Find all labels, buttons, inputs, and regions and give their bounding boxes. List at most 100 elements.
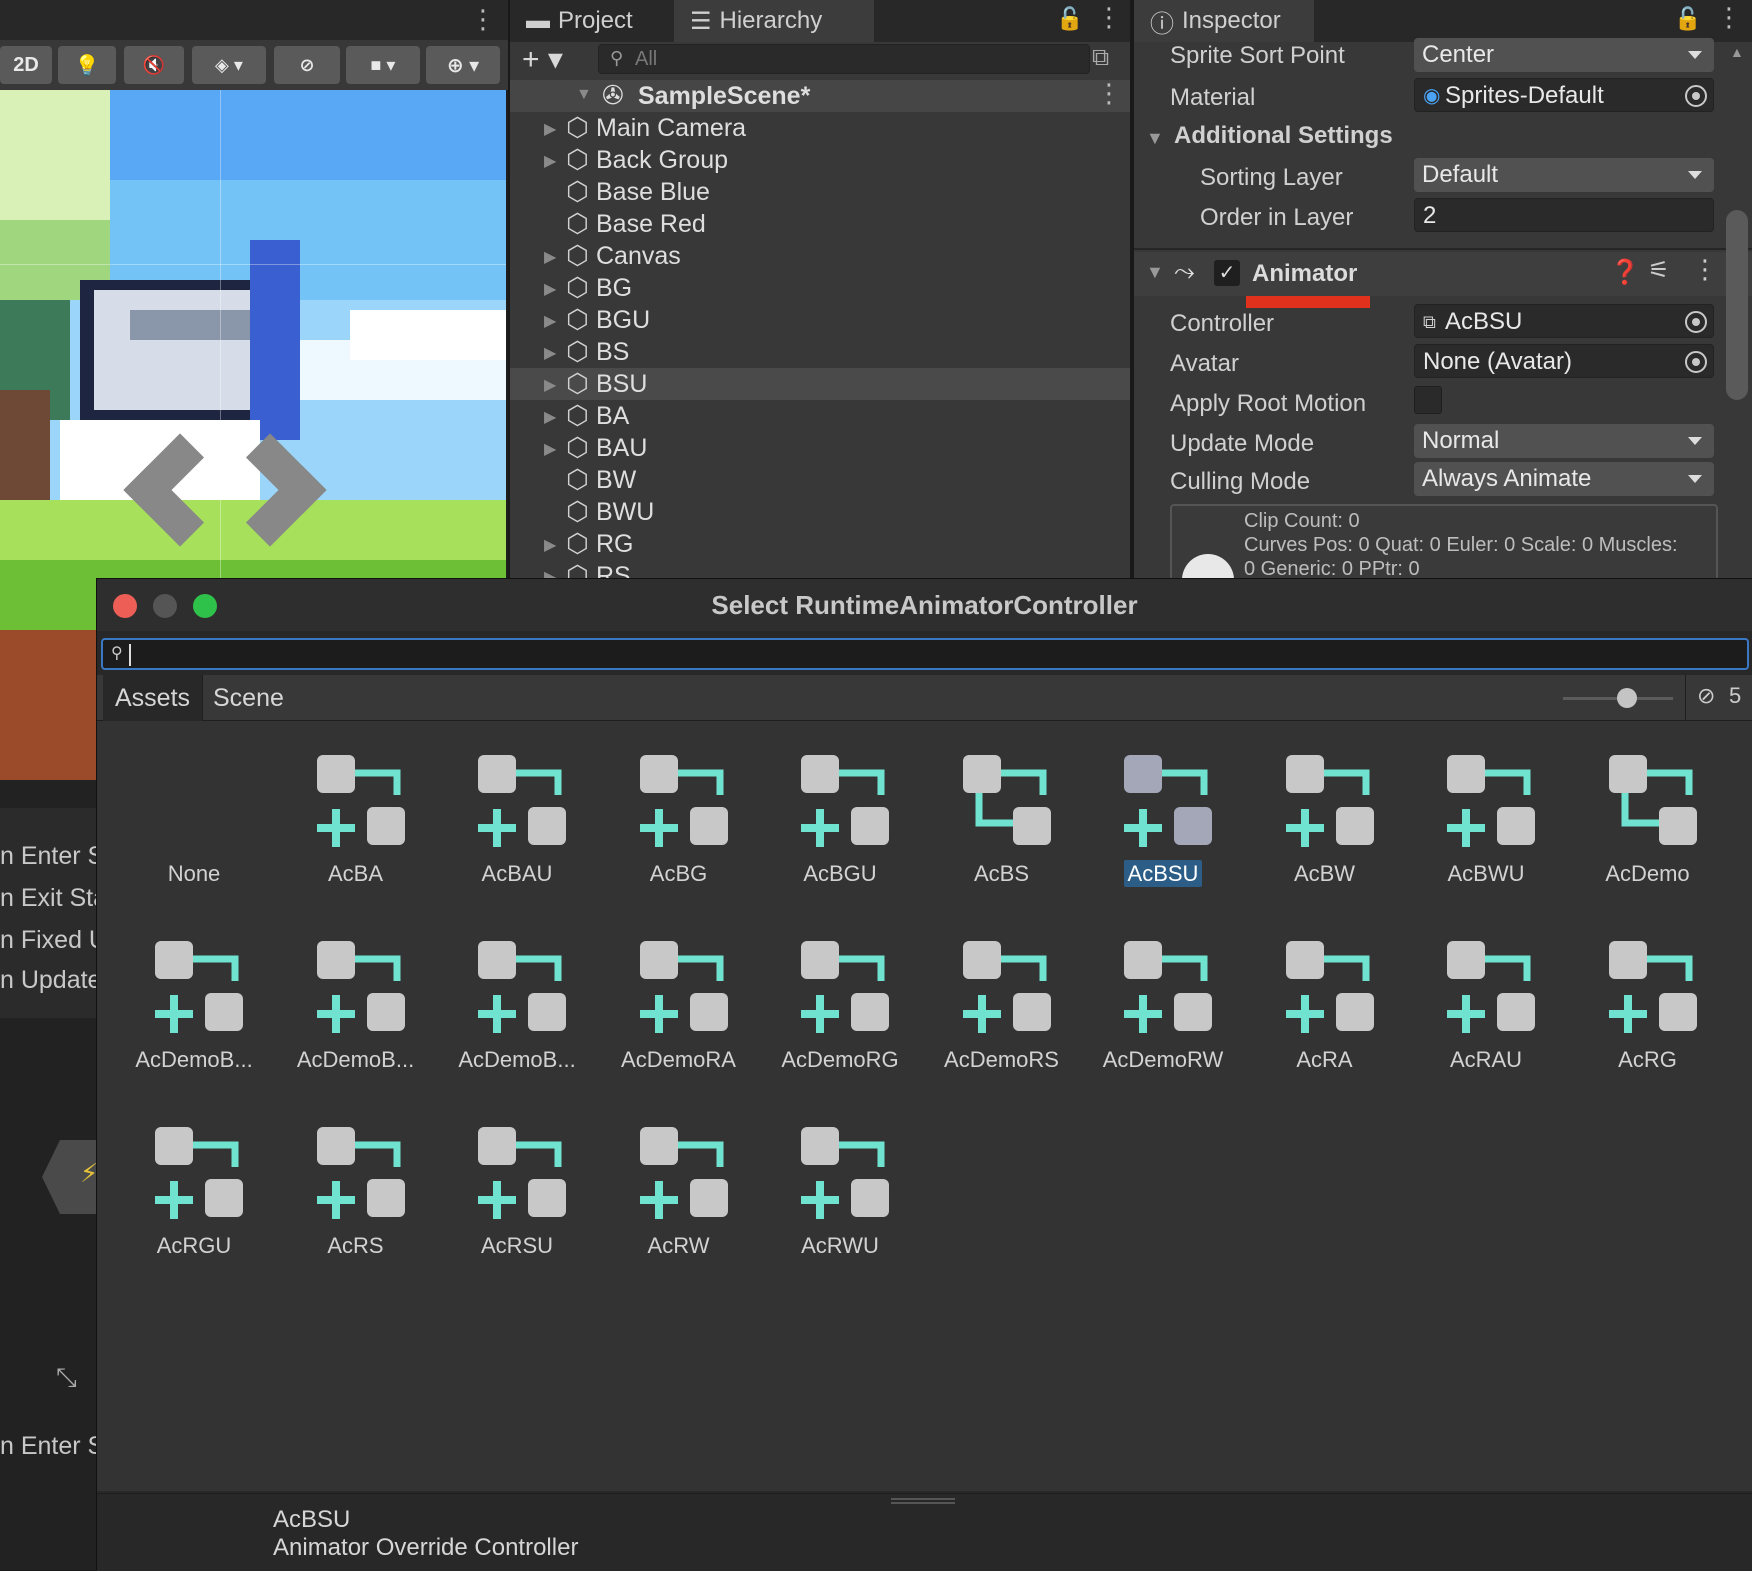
help-icon[interactable]: ❓ (1610, 258, 1640, 287)
expand-arrow-icon[interactable]: ▶ (544, 375, 556, 395)
hierarchy-item[interactable]: ⬡ Base Blue (510, 176, 1130, 208)
asset-item[interactable]: AcRGU (113, 1113, 275, 1293)
more-icon[interactable]: ⋮ (1096, 2, 1122, 33)
sorting-layer-dropdown[interactable]: Default (1414, 158, 1714, 192)
asset-item[interactable]: AcDemoB... (436, 927, 598, 1107)
asset-item[interactable]: AcBWU (1405, 741, 1567, 921)
expand-arrow-icon[interactable]: ▶ (544, 119, 556, 139)
lock-icon[interactable]: 🔓 (1056, 6, 1083, 32)
add-object-button[interactable]: + ▾ (522, 42, 563, 77)
expand-arrow-icon[interactable]: ▶ (544, 247, 556, 267)
hierarchy-item[interactable]: ▶ ⬡ BA (510, 400, 1130, 432)
sprite-sort-point-dropdown[interactable]: Center (1414, 38, 1714, 72)
asset-item[interactable]: AcBA (275, 741, 437, 921)
asset-item[interactable]: AcRS (275, 1113, 437, 1293)
state-label[interactable]: n Update (0, 966, 101, 995)
object-picker-icon[interactable] (1685, 311, 1707, 333)
presets-icon[interactable]: ⚟ (1648, 256, 1670, 285)
culling-mode-dropdown[interactable]: Always Animate (1414, 462, 1714, 496)
asset-item[interactable]: AcBSU (1082, 741, 1244, 921)
gizmos-icon[interactable]: ⊕ ▾ (426, 46, 500, 84)
expand-arrow-icon[interactable]: ▶ (544, 279, 556, 299)
asset-item[interactable]: AcDemoRG (759, 927, 921, 1107)
hierarchy-item[interactable]: ▶ ⬡ Back Group (510, 144, 1130, 176)
object-picker-icon[interactable] (1685, 85, 1707, 107)
resize-handle[interactable] (891, 1498, 955, 1504)
hierarchy-item[interactable]: ⬡ BWU (510, 496, 1130, 528)
inspector-scrollbar[interactable] (1726, 210, 1748, 400)
expand-arrow-icon[interactable]: ▶ (544, 535, 556, 555)
animator-header[interactable]: ▼ ⤳ ✓ Animator ❓ ⚟ ⋮ (1134, 252, 1752, 296)
2d-toggle-button[interactable]: 2D (0, 46, 52, 84)
asset-item[interactable]: AcBAU (436, 741, 598, 921)
apply-root-motion-checkbox[interactable] (1414, 386, 1442, 414)
asset-item[interactable]: AcDemo (1567, 741, 1729, 921)
hierarchy-item[interactable]: ▶ ⬡ BS (510, 336, 1130, 368)
more-icon[interactable]: ⋮ (1716, 2, 1742, 33)
expand-arrow-icon[interactable]: ▶ (544, 407, 556, 427)
asset-item[interactable]: AcRWU (759, 1113, 921, 1293)
expand-arrow-icon[interactable]: ▶ (544, 151, 556, 171)
foldout-arrow-icon[interactable]: ▼ (1146, 128, 1164, 149)
hierarchy-search-input[interactable]: All (598, 44, 1090, 74)
tab-assets[interactable]: Assets (103, 675, 204, 721)
update-mode-dropdown[interactable]: Normal (1414, 424, 1714, 458)
foldout-arrow-icon[interactable]: ▼ (1146, 262, 1164, 283)
tab-scene[interactable]: Scene (201, 675, 296, 721)
asset-item[interactable]: AcRW (598, 1113, 760, 1293)
minimize-window-button[interactable] (153, 594, 177, 618)
state-label[interactable]: n Fixed U (0, 926, 107, 955)
hierarchy-item[interactable]: ⬡ BW (510, 464, 1130, 496)
expand-search-icon[interactable]: ⧉ (1092, 44, 1109, 72)
close-window-button[interactable] (113, 594, 137, 618)
picker-search-input[interactable]: ⚲ (101, 638, 1749, 670)
hierarchy-item[interactable]: ▶ ⬡ BAU (510, 432, 1130, 464)
expand-arrow-icon[interactable]: ▶ (544, 311, 556, 331)
scroll-up-icon[interactable]: ▲ (1730, 44, 1744, 60)
material-field[interactable]: ◉ Sprites-Default (1414, 78, 1714, 112)
hierarchy-item[interactable]: ▶ ⬡ Main Camera (510, 112, 1130, 144)
avatar-field[interactable]: None (Avatar) (1414, 344, 1714, 378)
tab-hierarchy[interactable]: ☰ Hierarchy (674, 0, 874, 42)
audio-mute-icon[interactable]: 🔇 (124, 46, 184, 84)
controller-field[interactable]: ⧉ AcBSU (1414, 304, 1714, 338)
object-picker-icon[interactable] (1685, 351, 1707, 373)
expand-arrow-icon[interactable]: ▶ (544, 343, 556, 363)
asset-item[interactable]: None (113, 741, 275, 921)
additional-settings-header[interactable]: Additional Settings (1174, 122, 1393, 150)
camera-icon[interactable]: ■ ▾ (346, 46, 420, 84)
asset-item[interactable]: AcRG (1567, 927, 1729, 1107)
order-in-layer-input[interactable]: 2 (1414, 198, 1714, 232)
state-label[interactable]: n Enter S (0, 842, 104, 871)
asset-item[interactable]: AcBS (921, 741, 1083, 921)
hierarchy-item[interactable]: ▶ ⬡ BGU (510, 304, 1130, 336)
asset-item[interactable]: AcBG (598, 741, 760, 921)
asset-item[interactable]: AcRAU (1405, 927, 1567, 1107)
hidden-objects-icon[interactable]: ⊘ (274, 46, 340, 84)
asset-item[interactable]: AcDemoRW (1082, 927, 1244, 1107)
state-label[interactable]: n Exit Sta (0, 884, 107, 913)
hierarchy-item[interactable]: ▶ ⬡ BG (510, 272, 1130, 304)
asset-item[interactable]: AcRSU (436, 1113, 598, 1293)
asset-item[interactable]: AcDemoRS (921, 927, 1083, 1107)
asset-item[interactable]: AcDemoB... (275, 927, 437, 1107)
scene-row[interactable]: ▼ ✇ SampleScene* ⋮ (510, 78, 1130, 112)
hierarchy-item[interactable]: ⬡ Base Red (510, 208, 1130, 240)
hierarchy-item[interactable]: ▶ ⬡ Canvas (510, 240, 1130, 272)
asset-item[interactable]: AcBGU (759, 741, 921, 921)
expand-arrow-icon[interactable]: ▶ (544, 439, 556, 459)
lighting-icon[interactable]: 💡 (58, 46, 116, 84)
asset-item[interactable]: AcRA (1244, 927, 1406, 1107)
hierarchy-item[interactable]: ▶ ⬡ BSU (510, 368, 1130, 400)
transition-icon[interactable]: ⤡ (56, 1362, 77, 1394)
more-icon[interactable]: ⋮ (1096, 78, 1122, 109)
asset-item[interactable]: AcDemoRA (598, 927, 760, 1107)
lock-icon[interactable]: 🔓 (1674, 6, 1701, 32)
asset-item[interactable]: AcBW (1244, 741, 1406, 921)
tab-project[interactable]: ▬ Project (510, 0, 670, 42)
state-label[interactable]: n Enter S (0, 1432, 104, 1461)
more-icon[interactable]: ⋮ (1692, 254, 1718, 285)
maximize-window-button[interactable] (193, 594, 217, 618)
hidden-items-icon[interactable]: ⊘ (1697, 683, 1715, 709)
more-icon[interactable]: ⋮ (470, 4, 496, 35)
